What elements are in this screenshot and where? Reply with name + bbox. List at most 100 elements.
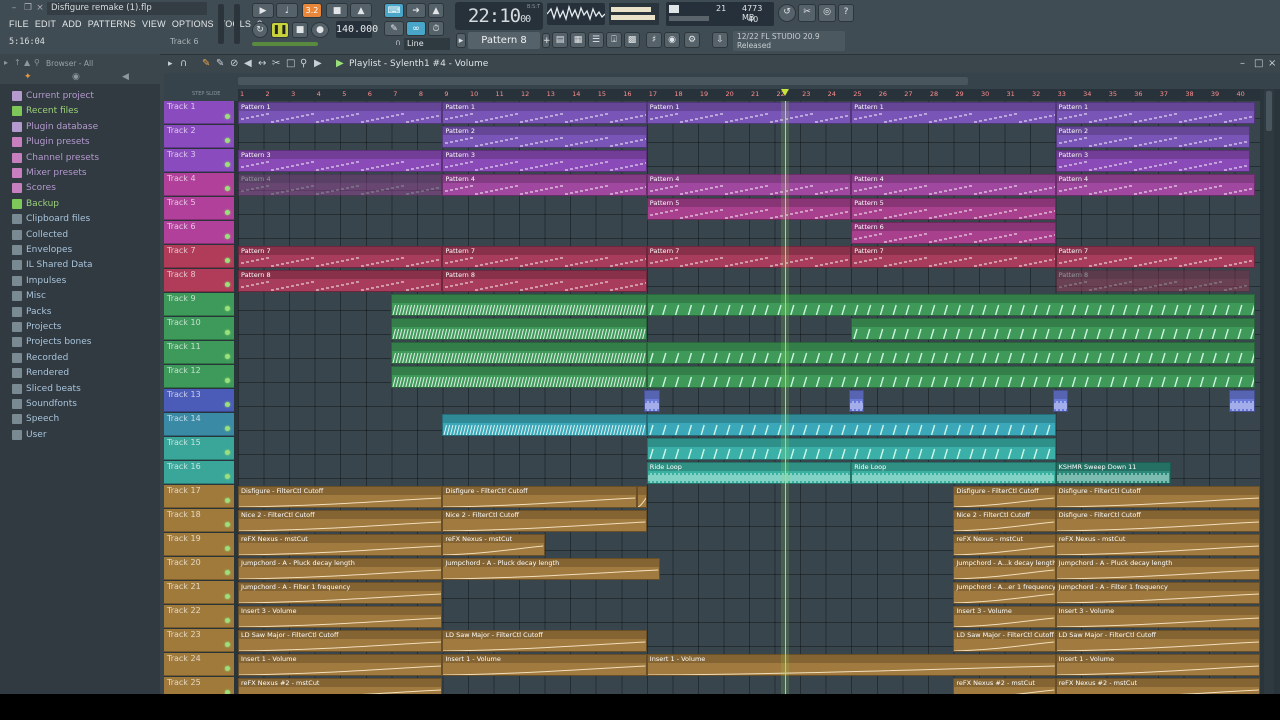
track-mute-led[interactable] [225,522,230,527]
select-tool-icon[interactable]: □ [286,58,295,69]
automation-clip[interactable]: Jumpchord - A - Filter 1 frequency [1055,582,1260,604]
browser-item[interactable]: Channel presets [12,151,99,165]
track-mute-led[interactable] [225,186,230,191]
track-header[interactable]: Track 13 [164,389,234,412]
track-mute-led[interactable] [225,114,230,119]
pattern-clip[interactable]: Pattern 4 [238,174,443,196]
automation-clip[interactable]: reFX Nexus - mstCut [442,534,545,556]
master-volume-slider[interactable] [218,4,224,44]
pattern-clip[interactable]: Pattern 4 [646,174,852,196]
automation-clip[interactable]: LD Saw Major - FilterCtl Cutoff [238,630,443,652]
track-header[interactable]: Track 23 [164,629,234,652]
playhead-marker[interactable] [780,89,789,96]
menu-view[interactable]: VIEW [139,17,169,31]
pause-icon[interactable]: ❚❚ [271,22,289,38]
loop-icon[interactable]: ↻ [252,22,268,38]
mute-tool-icon[interactable]: ◀ [244,58,252,69]
plugin-picker-icon[interactable]: ♯ [646,32,662,48]
track-mute-led[interactable] [225,546,230,551]
browser-star-icon[interactable]: ✦ [24,72,32,82]
pattern-selector[interactable]: Pattern 8 [468,32,540,49]
automation-clip[interactable]: Disfigure - FilterCtl Cutoff [238,486,443,508]
track-header[interactable]: Track 12 [164,365,234,388]
pattern-clip[interactable]: Pattern 3 [1055,150,1250,172]
track-header[interactable]: Track 16 [164,461,234,484]
browser-item[interactable]: Plugin presets [12,135,90,149]
track-header[interactable]: Track 9 [164,293,234,316]
audio-clip[interactable] [391,342,647,364]
close-icon[interactable]: × [34,3,46,13]
pattern-clip[interactable]: Pattern 8 [238,270,443,292]
audio-clip[interactable] [391,294,647,316]
track-header[interactable]: Track 11 [164,341,234,364]
browser-item[interactable]: IL Shared Data [12,258,93,272]
pattern-clip[interactable]: Pattern 1 [1055,102,1255,124]
menu-edit[interactable]: EDIT [32,17,59,31]
track-header[interactable]: Track 1 [164,101,234,124]
step-slide-toggle[interactable]: STEP SLIDE [192,91,220,97]
pattern-song-icon[interactable]: ▶ [252,3,274,18]
track-header[interactable]: Track 18 [164,509,234,532]
track-header[interactable]: Track 20 [164,557,234,580]
track-mute-led[interactable] [225,618,230,623]
track-mute-led[interactable] [225,450,230,455]
automation-clip[interactable]: Nice 2 - FilterCtl Cutoff [953,510,1056,532]
pattern-clip[interactable]: Pattern 6 [851,222,1056,244]
audio-clip[interactable] [646,366,1255,388]
automation-clip[interactable]: Jumpchord - A - Pluck decay length [238,558,443,580]
pattern-clip[interactable]: Pattern 7 [238,246,443,268]
audio-clip[interactable]: Ride Loop [646,462,852,484]
pattern-clip[interactable]: Pattern 4 [442,174,647,196]
audio-clip[interactable] [851,318,1255,340]
track-header[interactable]: Track 19 [164,533,234,556]
track-header[interactable]: Track 24 [164,653,234,676]
browser-speaker-icon[interactable]: ◀ [122,72,129,82]
track-header[interactable]: Track 3 [164,149,234,172]
automation-clip[interactable]: Jumpchord - A - Pluck decay length [442,558,660,580]
track-header[interactable]: Track 15 [164,437,234,460]
automation-clip[interactable]: LD Saw Major - FilterCtl Cutoff [1055,630,1260,652]
browser-item[interactable]: Sliced beats [12,382,81,396]
automation-clip[interactable]: Jumpchord - A - Filter 1 frequency [238,582,443,604]
browser-item[interactable]: Impulses [12,274,66,288]
track-header[interactable]: Track 14 [164,413,234,436]
minimize-icon[interactable]: – [8,3,20,13]
pattern-clip[interactable]: Pattern 3 [442,150,647,172]
delete-tool-icon[interactable]: ⊘ [230,58,238,69]
menu-patterns[interactable]: PATTERNS [85,17,139,31]
pattern-clip[interactable]: Pattern 5 [851,198,1056,220]
audio-clip[interactable] [1229,390,1255,412]
main-volume-bar[interactable] [252,42,318,46]
playlist-snap-icon[interactable]: ∩ [180,58,187,69]
search-icon[interactable]: ⚲ [34,58,40,67]
track-mute-led[interactable] [225,258,230,263]
browser-item[interactable]: Recorded [12,351,68,365]
pattern-clip[interactable]: Pattern 8 [1055,270,1250,292]
track-mute-led[interactable] [225,282,230,287]
automation-clip[interactable]: Insert 1 - Volume [238,654,443,676]
pattern-clip[interactable]: Pattern 1 [442,102,647,124]
pattern-clip[interactable]: Pattern 7 [442,246,647,268]
vertical-scroll-thumb[interactable] [1266,91,1272,131]
browser-item[interactable]: Plugin database [12,120,98,134]
track-mute-led[interactable] [225,210,230,215]
pattern-prev-icon[interactable]: ▸ [456,33,466,48]
playlist-minimize-icon[interactable]: – [1240,58,1245,69]
track-mute-led[interactable] [225,474,230,479]
automation-clip[interactable]: reFX Nexus #2 - mstCut [1055,678,1260,694]
script-output-icon[interactable]: ⚙ [684,32,700,48]
snap-selector[interactable]: Line [404,38,450,50]
automation-clip[interactable]: reFX Nexus - mstCut [1055,534,1260,556]
draw-tool-icon[interactable]: ✎ [202,58,210,69]
automation-clip[interactable]: Nice 2 - FilterCtl Cutoff [238,510,443,532]
browser-arrow-icon[interactable]: ▸ [4,58,8,67]
vertical-scrollbar[interactable] [1264,89,1274,694]
track-mute-led[interactable] [225,162,230,167]
countdown-icon[interactable]: ▲ [350,3,372,18]
automation-clip[interactable]: Insert 1 - Volume [442,654,647,676]
track-header[interactable]: Track 8 [164,269,234,292]
automation-clip[interactable]: Disfigure - FilterCtl Cutoff [953,486,1056,508]
typing-keyboard-icon[interactable]: ⌨ [384,3,404,18]
slip-tool-icon[interactable]: ↔ [258,58,266,69]
automation-clip[interactable]: LD Saw Major - FilterCtl Cutoff [442,630,647,652]
